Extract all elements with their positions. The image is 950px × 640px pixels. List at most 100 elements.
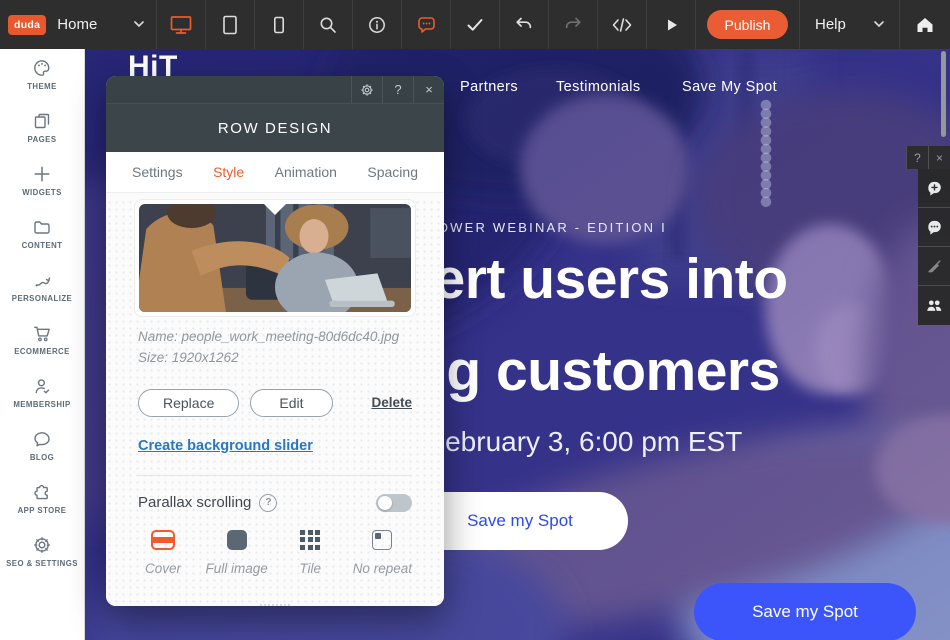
tablet-preview-button[interactable] — [206, 0, 255, 49]
cart-icon — [34, 326, 50, 342]
fit-label: No repeat — [352, 560, 412, 576]
no-repeat-icon — [372, 529, 393, 550]
duda-logo: duda — [8, 14, 47, 35]
meeting-photo — [139, 204, 411, 312]
chevron-down-icon — [874, 21, 884, 28]
info-button[interactable] — [353, 0, 402, 49]
save-spot-button-secondary[interactable]: Save my Spot — [694, 583, 916, 640]
sidebar-item-blog[interactable]: BLOG — [0, 429, 84, 482]
mobile-preview-button[interactable] — [255, 0, 304, 49]
dashboard-home-button[interactable] — [900, 0, 950, 49]
preview-button[interactable] — [647, 0, 696, 49]
sidebar-item-seo-settings[interactable]: SEO & SETTINGS — [0, 535, 84, 588]
comment-icon — [417, 16, 435, 33]
blog-bubble-icon — [34, 432, 50, 447]
home-icon — [917, 17, 933, 32]
sidebar-item-pages[interactable]: PAGES — [0, 111, 84, 164]
fit-option-no-repeat[interactable]: No repeat — [353, 528, 412, 576]
gear-icon — [33, 536, 51, 554]
sidebar-item-ecommerce[interactable]: ECOMMERCE — [0, 323, 84, 376]
add-comment-button[interactable] — [918, 169, 950, 208]
save-confirm-button[interactable] — [451, 0, 500, 49]
add-comment-icon — [927, 181, 941, 196]
dev-mode-button[interactable] — [598, 0, 647, 49]
nav-link-partners[interactable]: Partners — [460, 79, 518, 95]
background-image-thumbnail — [139, 204, 411, 312]
tab-spacing[interactable]: Spacing — [367, 164, 418, 180]
edit-button[interactable]: Edit — [250, 388, 333, 417]
save-spot-button-hero[interactable]: Save my Spot — [412, 492, 628, 550]
no-edit-icon — [928, 260, 941, 273]
desktop-icon — [170, 15, 192, 34]
tablet-icon — [223, 15, 237, 34]
hero-eyebrow: POWER WEBINAR - EDITION I — [427, 220, 667, 235]
fit-option-tile[interactable]: Tile — [285, 528, 335, 576]
publish-button[interactable]: Publish — [706, 10, 789, 39]
desktop-preview-button[interactable] — [157, 0, 206, 49]
panel-close-button[interactable]: × — [413, 76, 444, 103]
current-page-label: Home — [57, 16, 98, 33]
panel-resize-handle[interactable] — [260, 604, 290, 606]
edit-toolbar — [918, 169, 950, 325]
panel-tabs: Settings Style Animation Spacing — [106, 152, 444, 193]
edit-toolbar-close-button[interactable]: × — [928, 146, 950, 169]
users-icon — [927, 300, 942, 311]
sidebar-item-membership[interactable]: MEMBERSHIP — [0, 376, 84, 429]
comments-button[interactable] — [918, 208, 950, 247]
replace-button[interactable]: Replace — [138, 388, 240, 417]
fit-label: Tile — [299, 560, 322, 576]
sidebar-item-content[interactable]: CONTENT — [0, 217, 84, 270]
sidebar-label: MEMBERSHIP — [13, 400, 71, 409]
page-selector[interactable]: duda Home — [0, 0, 157, 49]
sidebar-item-personalize[interactable]: PERSONALIZE — [0, 270, 84, 323]
undo-icon — [516, 17, 532, 28]
edit-toolbar-help-button[interactable]: ? — [906, 146, 928, 169]
edit-toolbar-header: ? × — [906, 146, 950, 169]
undo-button[interactable] — [500, 0, 549, 49]
editing-disabled-button[interactable] — [918, 247, 950, 286]
background-image-card[interactable] — [134, 199, 416, 317]
tab-style[interactable]: Style — [213, 164, 244, 180]
sidebar-item-widgets[interactable]: WIDGETS — [0, 164, 84, 217]
nav-link-testimonials[interactable]: Testimonials — [556, 79, 641, 95]
panel-titlebar[interactable]: ? × — [106, 76, 444, 103]
help-menu[interactable]: Help — [800, 0, 900, 49]
parallax-row: Parallax scrolling ? — [138, 493, 412, 512]
feedback-button[interactable] — [402, 0, 451, 49]
member-icon — [35, 379, 50, 394]
palette-icon — [34, 60, 50, 76]
redo-button[interactable] — [549, 0, 598, 49]
sidebar-label: ECOMMERCE — [14, 347, 70, 356]
folder-icon — [34, 221, 50, 234]
sidebar-label: WIDGETS — [22, 188, 62, 197]
parallax-help-icon[interactable]: ? — [259, 493, 278, 512]
panel-settings-button[interactable] — [351, 76, 382, 103]
publish-cell: Publish — [696, 0, 800, 49]
sidebar-item-app-store[interactable]: APP STORE — [0, 482, 84, 535]
sidebar-item-theme[interactable]: THEME — [0, 58, 84, 111]
tab-animation[interactable]: Animation — [275, 164, 337, 180]
create-background-slider-link[interactable]: Create background slider — [138, 438, 313, 454]
mobile-icon — [274, 16, 284, 33]
fit-option-full-image[interactable]: Full image — [205, 528, 268, 576]
editor-topbar: duda Home Publish Help — [0, 0, 950, 49]
nav-link-save-my-spot[interactable]: Save My Spot — [682, 79, 777, 95]
delete-link[interactable]: Delete — [371, 395, 412, 410]
comments-icon — [927, 220, 941, 235]
help-label: Help — [815, 16, 846, 33]
parallax-toggle[interactable] — [376, 493, 412, 512]
sidebar-label: PERSONALIZE — [11, 294, 73, 303]
full-image-icon — [226, 529, 247, 550]
panel-help-button[interactable]: ? — [382, 76, 413, 103]
collaboration-button[interactable] — [918, 286, 950, 325]
gear-icon — [361, 83, 373, 96]
search-button[interactable] — [304, 0, 353, 49]
sidebar-label: PAGES — [27, 135, 57, 144]
play-icon — [668, 19, 677, 30]
fit-label: Cover — [144, 560, 181, 576]
fit-option-cover[interactable]: Cover — [138, 528, 188, 576]
chevron-down-icon — [134, 21, 144, 28]
tab-settings[interactable]: Settings — [132, 164, 183, 180]
preview-scrollbar-thumb[interactable] — [941, 51, 946, 137]
row-design-panel: ? × ROW DESIGN Settings Style Animation … — [106, 76, 444, 606]
